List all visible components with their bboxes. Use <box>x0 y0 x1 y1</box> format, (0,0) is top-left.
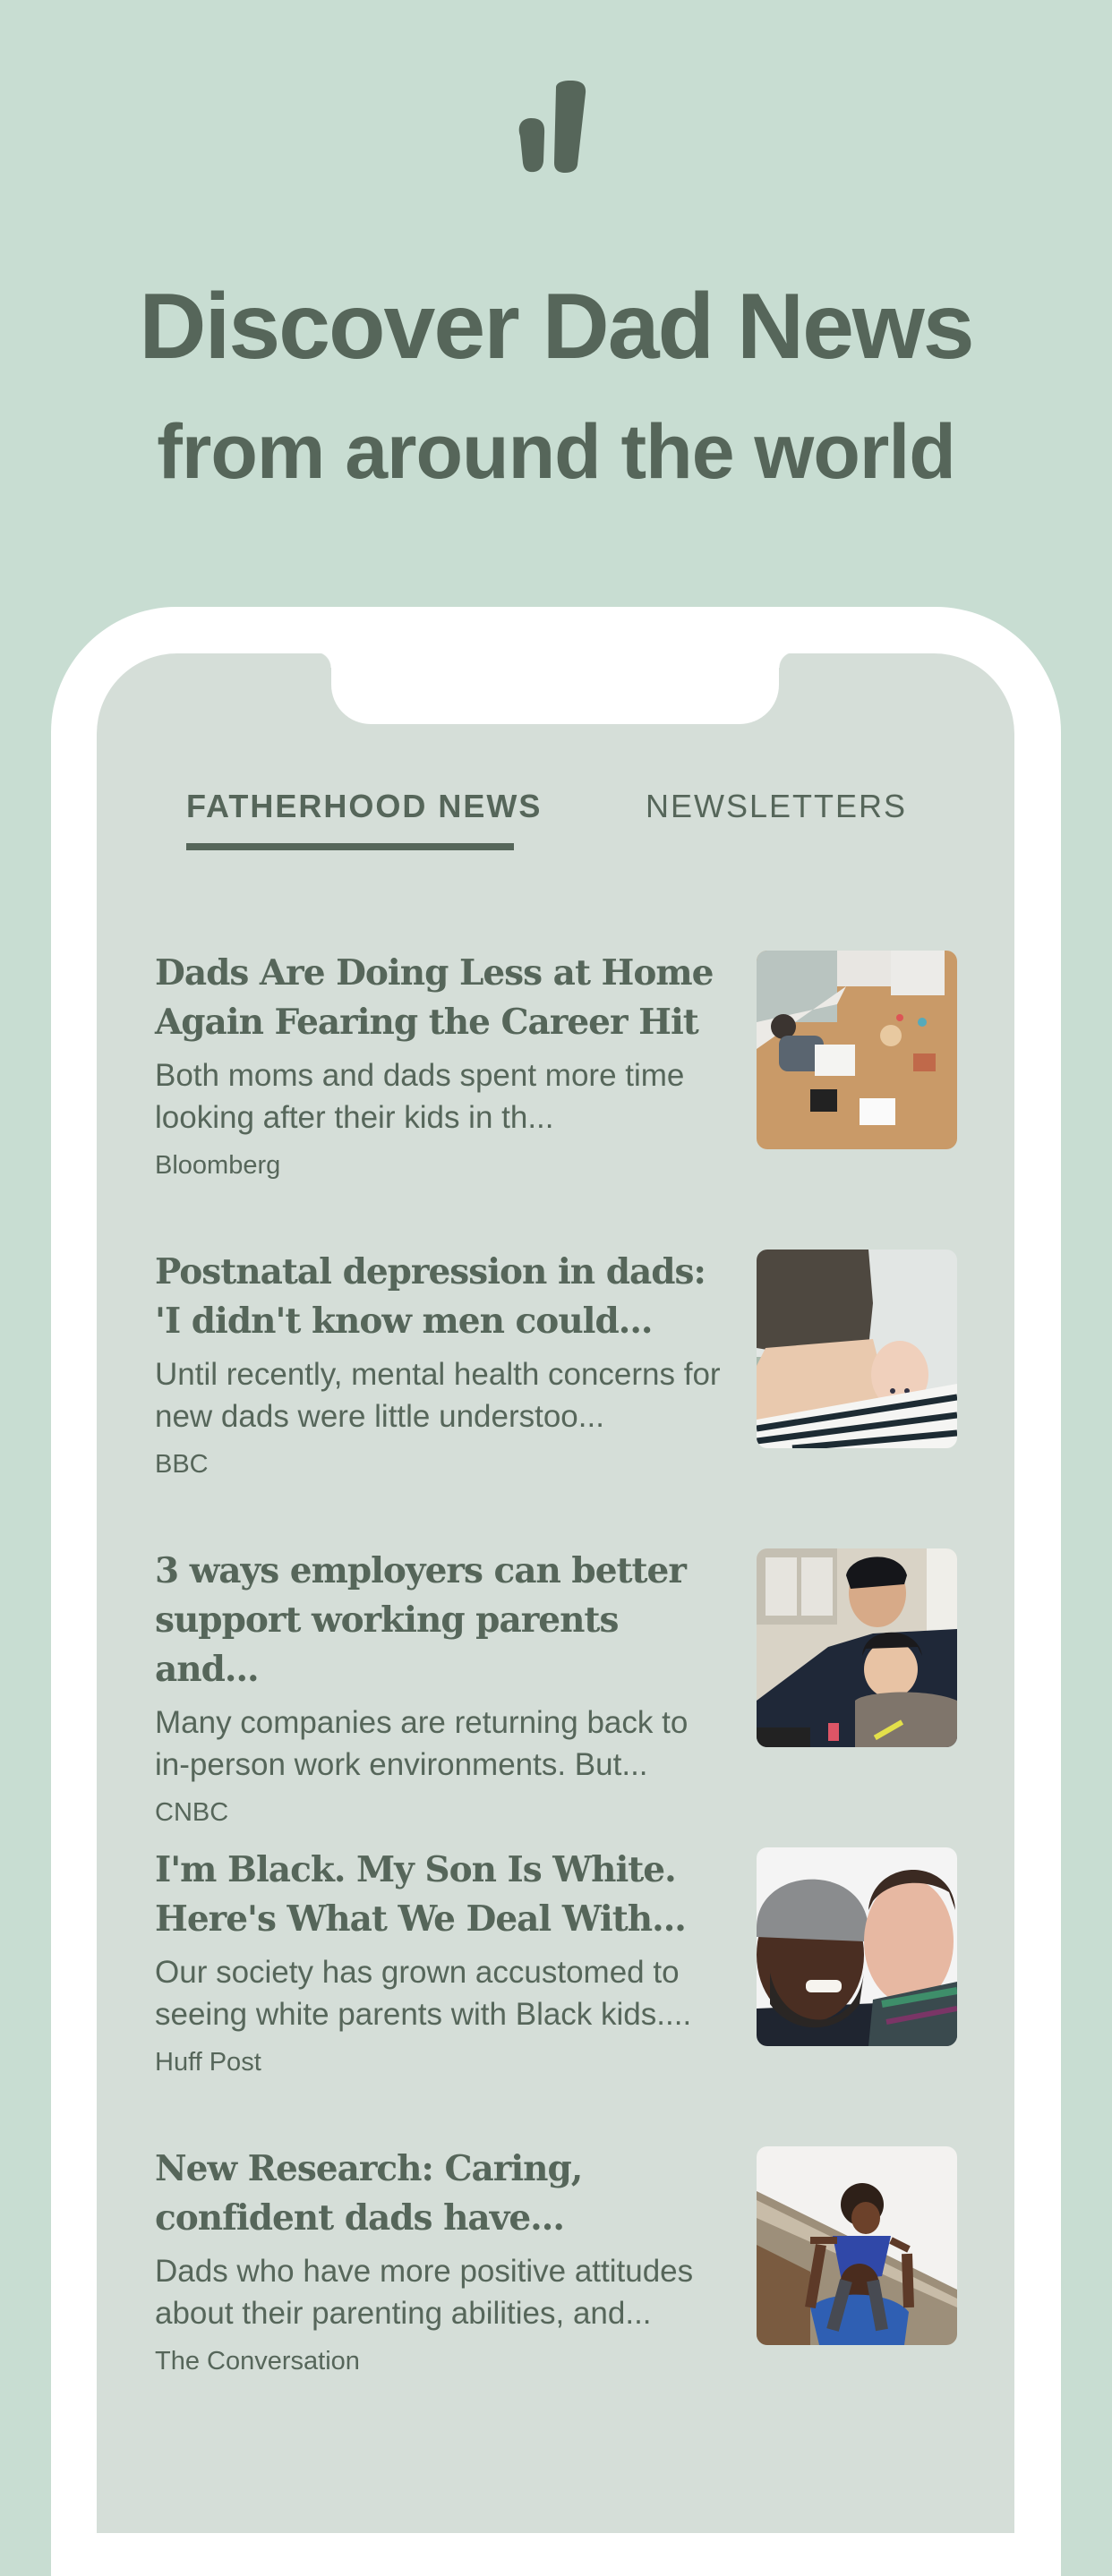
father-working-on-floor-photo <box>757 951 957 1149</box>
article-title[interactable]: I'm Black. My Son Is White. Here's What … <box>155 1846 728 1944</box>
article-item[interactable]: 3 ways employers can better support work… <box>155 1547 961 1846</box>
phone-notch <box>315 653 795 724</box>
article-title[interactable]: Postnatal depression in dads: 'I didn't … <box>155 1248 728 1346</box>
article-description: Until recently, mental health concerns f… <box>155 1357 721 1434</box>
phone-screen: FATHERHOOD NEWS NEWSLETTERS Dads Are Doi… <box>97 653 1014 2533</box>
article-title[interactable]: New Research: Caring, confident dads hav… <box>155 2145 728 2243</box>
article-source: Huff Post <box>155 2048 261 2077</box>
child-on-fathers-shoulders-photo <box>757 2146 957 2345</box>
tab-fatherhood-news[interactable]: FATHERHOOD NEWS <box>186 788 542 825</box>
headline-title: Discover Dad News <box>139 275 974 379</box>
father-holding-newborn-photo <box>757 1250 957 1448</box>
father-with-toddler-at-laptop-photo <box>757 1548 957 1747</box>
article-thumbnail[interactable] <box>757 951 957 1149</box>
article-source: CNBC <box>155 1798 229 1827</box>
article-text: Dads Are Doing Less at Home Again Fearin… <box>155 949 728 1183</box>
article-item[interactable]: New Research: Caring, confident dads hav… <box>155 2145 961 2444</box>
article-title[interactable]: Dads Are Doing Less at Home Again Fearin… <box>155 949 728 1047</box>
article-description: Our society has grown accustomed to seei… <box>155 1955 692 2032</box>
article-source: BBC <box>155 1450 209 1479</box>
article-item[interactable]: Dads Are Doing Less at Home Again Fearin… <box>155 949 961 1248</box>
tab-bar: FATHERHOOD NEWS NEWSLETTERS <box>97 788 1014 850</box>
article-list: Dads Are Doing Less at Home Again Fearin… <box>155 949 961 2444</box>
tab-newsletters[interactable]: NEWSLETTERS <box>646 788 907 825</box>
article-item[interactable]: I'm Black. My Son Is White. Here's What … <box>155 1846 961 2145</box>
article-description: Both moms and dads spent more time looki… <box>155 1058 685 1135</box>
article-text: Postnatal depression in dads: 'I didn't … <box>155 1248 728 1482</box>
article-text: 3 ways employers can better support work… <box>155 1547 728 1830</box>
article-item[interactable]: Postnatal depression in dads: 'I didn't … <box>155 1248 961 1547</box>
article-thumbnail[interactable] <box>757 2146 957 2345</box>
article-thumbnail[interactable] <box>757 1250 957 1448</box>
article-source: Bloomberg <box>155 1151 281 1180</box>
article-title[interactable]: 3 ways employers can better support work… <box>155 1547 728 1694</box>
article-text: I'm Black. My Son Is White. Here's What … <box>155 1846 728 2080</box>
father-and-son-selfie-photo <box>757 1847 957 2046</box>
article-description: Many companies are returning back to in-… <box>155 1705 689 1782</box>
article-thumbnail[interactable] <box>757 1847 957 2046</box>
article-text: New Research: Caring, confident dads hav… <box>155 2145 728 2379</box>
article-thumbnail[interactable] <box>757 1548 957 1747</box>
article-source: The Conversation <box>155 2347 360 2376</box>
headline-subtitle: from around the world <box>157 409 956 495</box>
app-logo-icon <box>518 81 586 173</box>
article-description: Dads who have more positive attitudes ab… <box>155 2254 694 2331</box>
active-tab-indicator <box>186 843 514 850</box>
